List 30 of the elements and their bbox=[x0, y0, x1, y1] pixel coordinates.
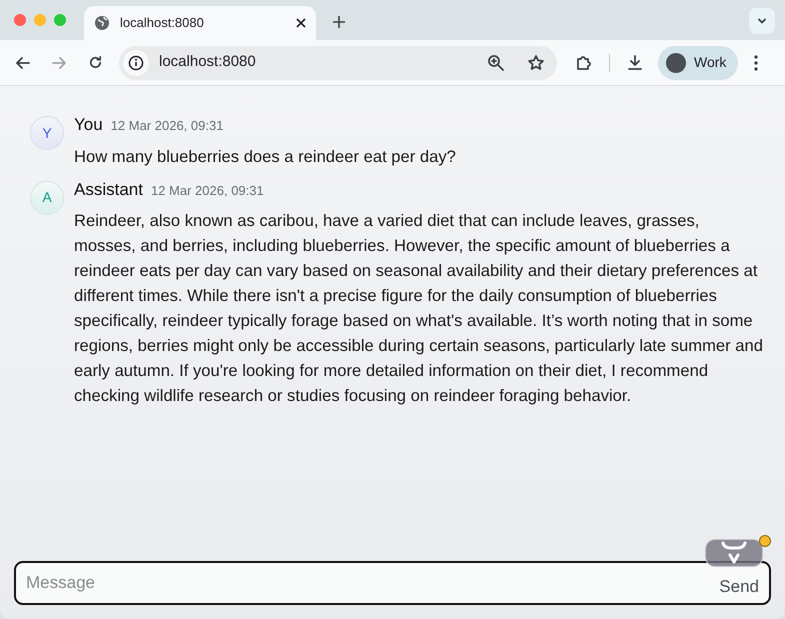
avatar: Y bbox=[30, 116, 64, 150]
floating-widget[interactable] bbox=[705, 539, 763, 567]
star-icon[interactable] bbox=[527, 54, 545, 72]
avatar: A bbox=[30, 180, 64, 214]
address-bar[interactable]: localhost:8080 bbox=[119, 46, 557, 80]
tab-title: localhost:8080 bbox=[120, 14, 205, 32]
puzzle-icon[interactable] bbox=[575, 54, 593, 72]
address-text: localhost:8080 bbox=[159, 52, 257, 72]
author-name: Assistant bbox=[74, 178, 143, 200]
plus-icon[interactable] bbox=[332, 15, 346, 29]
message-text: Reindeer, also known as caribou, have a varied diet that can include leaves, grasses, mosses, and berries, including blueberries. However, the specific amount of blueberries a reindeer eats per day can vary based on seasonal availability and their dietary preferences at different times. While there isn't a precise figure for the daily consumption of blueberries specifically, reindeer typically forage based on what's available. It’s worth noting that in some regions, berries might only be accessible during certain seasons, particularly late summer and early autumn. If you're looking for more detailed information on their diet, I recommend checking wildlife research or studies focusing on reindeer foraging behavior. bbox=[74, 210, 763, 407]
close-icon[interactable] bbox=[296, 18, 306, 28]
download-icon[interactable] bbox=[626, 54, 644, 72]
timestamp: 12 Mar 2026, 09:31 bbox=[150, 182, 264, 200]
chevron-down-icon[interactable] bbox=[749, 8, 775, 34]
timestamp: 12 Mar 2026, 09:31 bbox=[110, 117, 224, 135]
back-arrow-icon[interactable] bbox=[13, 54, 33, 70]
zoom-icon[interactable] bbox=[487, 54, 505, 72]
profile-button[interactable]: Work bbox=[658, 46, 738, 80]
forward-arrow-icon bbox=[49, 54, 69, 70]
avatar-placeholder bbox=[666, 52, 686, 72]
message-text: How many blueberries does a reindeer eat per day? bbox=[74, 146, 456, 168]
message-field[interactable]: Message Send bbox=[14, 561, 771, 605]
globe-icon bbox=[94, 15, 110, 31]
author-name: You bbox=[74, 114, 103, 136]
send-button[interactable]: Send bbox=[715, 574, 763, 600]
browser-tab[interactable]: localhost:8080 bbox=[84, 6, 316, 40]
more-icon[interactable] bbox=[754, 54, 758, 70]
logo-icon bbox=[720, 541, 748, 565]
info-icon[interactable] bbox=[123, 50, 149, 76]
